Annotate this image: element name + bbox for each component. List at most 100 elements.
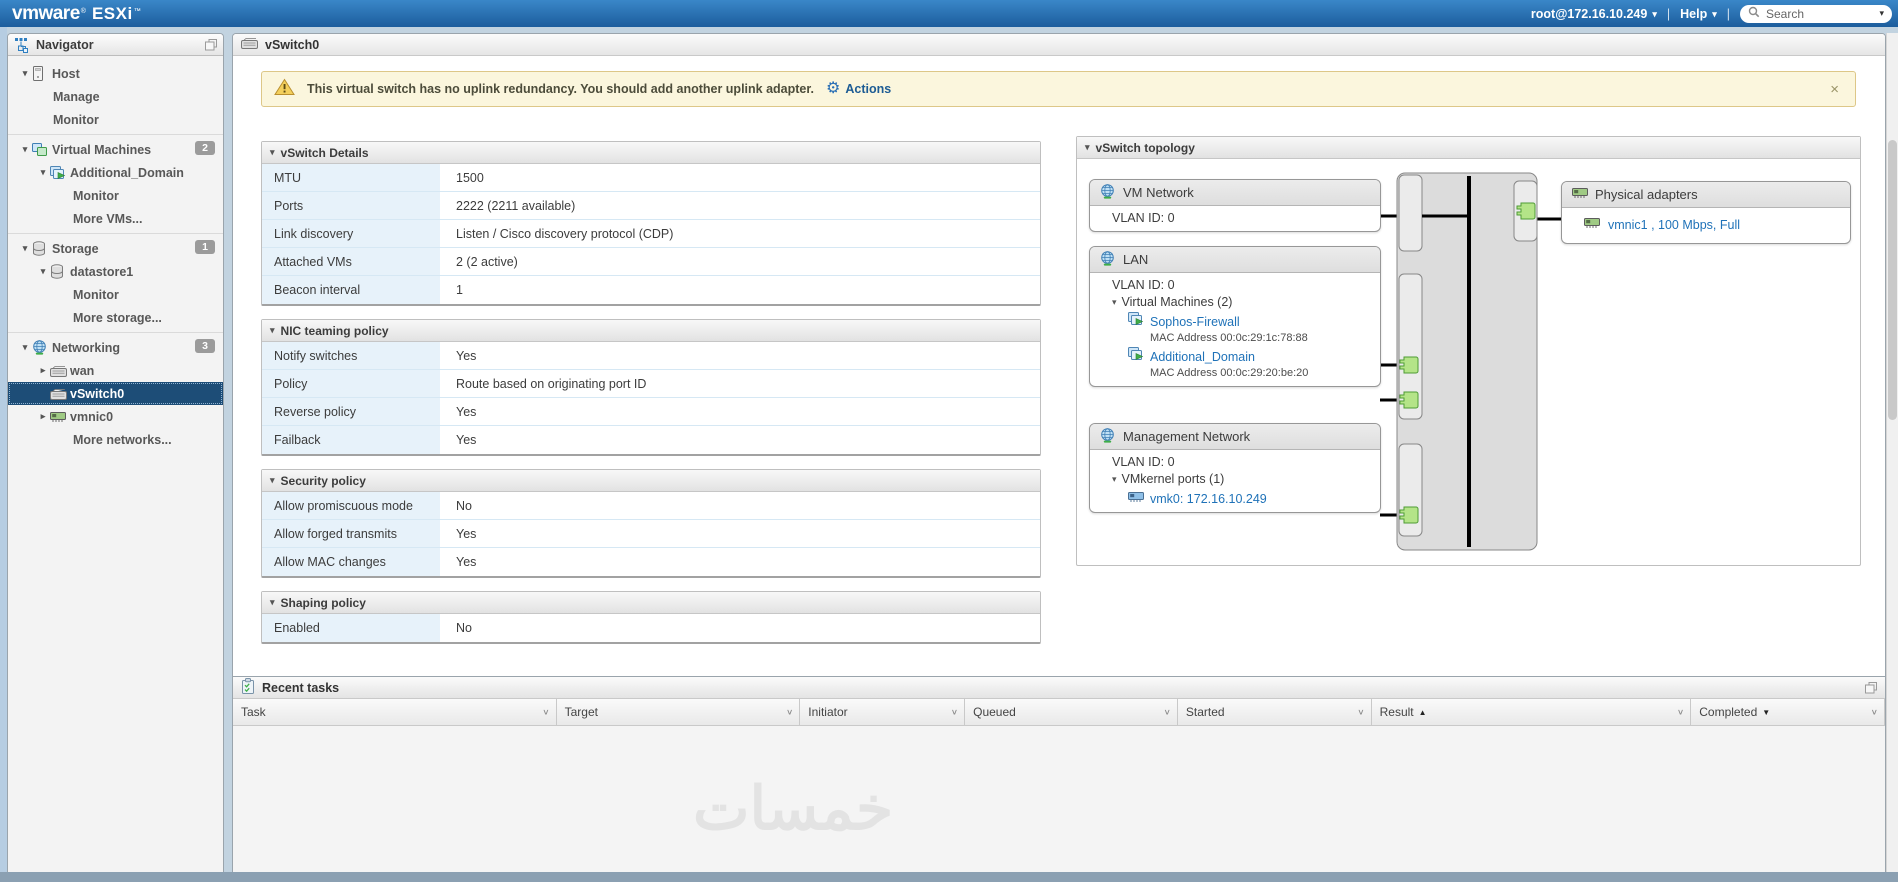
- sidebar-item-more-networks[interactable]: More networks...: [8, 428, 223, 451]
- user-menu-label: root@172.16.10.249: [1530, 6, 1648, 21]
- sort-indicator: ▼: [1762, 707, 1771, 717]
- vm-network-box[interactable]: VM Network VLAN ID: 0: [1089, 179, 1381, 232]
- sidebar-item-virtual-machines[interactable]: ▾ Virtual Machines 2: [8, 138, 223, 161]
- main-title-bar: vSwitch0: [233, 34, 1885, 56]
- chevron-down-icon[interactable]: ▾: [36, 266, 50, 277]
- sidebar-item-label: Networking: [52, 340, 121, 355]
- recent-tasks-title: Recent tasks: [262, 680, 340, 695]
- task-column-target[interactable]: Target ∨: [557, 699, 801, 725]
- vmkernel-group-toggle[interactable]: ▾ VMkernel ports (1): [1112, 471, 1380, 487]
- topology-header[interactable]: ▾ vSwitch topology: [1077, 137, 1860, 159]
- property-label: MTU: [262, 164, 440, 191]
- warning-actions-button[interactable]: ⚙ Actions: [826, 81, 891, 97]
- nic-icon: [1584, 216, 1600, 234]
- task-column-task[interactable]: Task ∨: [233, 699, 557, 725]
- chevron-down-icon[interactable]: ∨: [1677, 708, 1684, 717]
- recent-tasks-column-row: Task ∨ Target ∨ Initiator ∨ Queued ∨ Started ∨ Res…: [233, 699, 1885, 726]
- vmkernel-port-link[interactable]: vmk0: 172.16.10.249: [1128, 490, 1380, 508]
- chevron-down-icon[interactable]: ∨: [1871, 708, 1878, 717]
- chevron-down-icon[interactable]: ∨: [542, 708, 549, 717]
- navigator-panel: Navigator ▾ Host Manage Monitor ▾ Virtual Mac…: [7, 33, 224, 872]
- section-vswitch-details: ▾ vSwitch Details MTU 1500 Ports 2222 (2211 a…: [261, 141, 1041, 306]
- management-network-box[interactable]: Management Network VLAN ID: 0 ▾ VMkernel…: [1089, 423, 1381, 513]
- column-label: Queued: [973, 705, 1016, 719]
- count-badge: 3: [195, 339, 215, 353]
- chevron-down-icon: ▾: [1879, 8, 1884, 18]
- vswitch-topology-panel: ▾ vSwitch topology VM Network VLAN ID: 0…: [1076, 136, 1861, 566]
- sidebar-item-storage[interactable]: ▾ Storage 1: [8, 237, 223, 260]
- sidebar-item-vswitch0[interactable]: vSwitch0: [8, 382, 223, 405]
- vmkernel-group-label: VMkernel ports (1): [1121, 472, 1225, 486]
- topology-vm-link[interactable]: Additional_Domain: [1128, 347, 1380, 366]
- section-header[interactable]: ▾ Security policy: [262, 470, 1040, 492]
- physical-adapter-link[interactable]: vmnic1 , 100 Mbps, Full: [1562, 208, 1850, 243]
- search-icon: [1748, 6, 1760, 21]
- user-menu[interactable]: root@172.16.10.249 ▾: [1531, 7, 1657, 21]
- column-label: Completed: [1699, 705, 1758, 719]
- vms-icon: [32, 142, 51, 157]
- logo-reg-mark: ®: [80, 7, 86, 15]
- chevron-right-icon[interactable]: ▸: [36, 365, 50, 376]
- scrollbar-thumb[interactable]: [1888, 140, 1897, 420]
- sidebar-item-label: Monitor: [73, 287, 119, 302]
- sidebar-item-monitor[interactable]: Monitor: [8, 108, 223, 131]
- section-header[interactable]: ▾ NIC teaming policy: [262, 320, 1040, 342]
- chevron-down-icon[interactable]: ∨: [786, 708, 793, 717]
- sidebar-item-monitor[interactable]: Monitor: [8, 184, 223, 207]
- search-input[interactable]: Search ▾: [1740, 4, 1892, 23]
- sidebar-item-label: Monitor: [53, 112, 99, 127]
- sidebar-item-label: Monitor: [73, 188, 119, 203]
- sidebar-item-wan[interactable]: ▸ wan: [8, 359, 223, 382]
- chevron-down-icon[interactable]: ▾: [18, 243, 32, 254]
- close-icon[interactable]: ×: [1826, 81, 1843, 98]
- property-value: 2 (2 active): [440, 248, 1040, 275]
- chevron-down-icon[interactable]: ∨: [1357, 708, 1364, 717]
- sidebar-item-more-vms[interactable]: More VMs...: [8, 207, 223, 230]
- sidebar-item-host[interactable]: ▾ Host: [8, 62, 223, 85]
- property-row: Ports 2222 (2211 available): [262, 192, 1040, 220]
- maximize-panel-icon[interactable]: [1865, 681, 1877, 694]
- section-header[interactable]: ▾ Shaping policy: [262, 592, 1040, 614]
- property-row: Attached VMs 2 (2 active): [262, 248, 1040, 276]
- page-title: vSwitch0: [265, 37, 320, 52]
- topology-vm-link[interactable]: Sophos-Firewall: [1128, 312, 1380, 331]
- help-menu[interactable]: Help ▾: [1680, 7, 1717, 21]
- pin-panel-icon[interactable]: [205, 38, 217, 51]
- sidebar-item-label: datastore1: [70, 264, 134, 279]
- property-row: Allow promiscuous mode No: [262, 492, 1040, 520]
- sidebar-item-label: Virtual Machines: [52, 142, 152, 157]
- chevron-down-icon[interactable]: ∨: [951, 708, 958, 717]
- chevron-down-icon: ▾: [270, 475, 275, 485]
- sidebar-item-additional-domain[interactable]: ▾ Additional_Domain: [8, 161, 223, 184]
- warning-actions-label: Actions: [845, 82, 892, 96]
- recent-tasks-body: خمسات: [233, 726, 1885, 872]
- chevron-down-icon[interactable]: ∨: [1164, 708, 1171, 717]
- property-value: Listen / Cisco discovery protocol (CDP): [440, 220, 1040, 247]
- lan-network-box[interactable]: LAN VLAN ID: 0 ▾ Virtual Machines (2) So…: [1089, 246, 1381, 387]
- warning-icon: [274, 78, 295, 101]
- task-column-result[interactable]: Result ▲ ∨: [1372, 699, 1692, 725]
- vertical-scrollbar[interactable]: [1886, 33, 1898, 872]
- nic-icon: [50, 411, 69, 423]
- sidebar-item-networking[interactable]: ▾ Networking 3: [8, 336, 223, 359]
- sidebar-item-datastore1[interactable]: ▾ datastore1: [8, 260, 223, 283]
- sidebar-item-label: More networks...: [73, 432, 172, 447]
- chevron-down-icon[interactable]: ▾: [36, 167, 50, 178]
- task-column-completed[interactable]: Completed ▼ ∨: [1691, 699, 1885, 725]
- property-row: Notify switches Yes: [262, 342, 1040, 370]
- task-column-queued[interactable]: Queued ∨: [965, 699, 1178, 725]
- chevron-down-icon[interactable]: ▾: [18, 342, 32, 353]
- sidebar-item-manage[interactable]: Manage: [8, 85, 223, 108]
- task-column-started[interactable]: Started ∨: [1178, 699, 1372, 725]
- task-column-initiator[interactable]: Initiator ∨: [800, 699, 966, 725]
- chevron-down-icon[interactable]: ▾: [18, 144, 32, 155]
- vm-mac-address: MAC Address 00:0c:29:1c:78:88: [1150, 332, 1308, 344]
- chevron-down-icon[interactable]: ▾: [18, 68, 32, 79]
- lan-vm-group-toggle[interactable]: ▾ Virtual Machines (2): [1112, 294, 1380, 310]
- sidebar-item-monitor[interactable]: Monitor: [8, 283, 223, 306]
- sidebar-item-more-storage[interactable]: More storage...: [8, 306, 223, 329]
- chevron-right-icon[interactable]: ▸: [36, 411, 50, 422]
- sidebar-item-label: More VMs...: [73, 211, 143, 226]
- sidebar-item-vmnic0[interactable]: ▸ vmnic0: [8, 405, 223, 428]
- section-header[interactable]: ▾ vSwitch Details: [262, 142, 1040, 164]
